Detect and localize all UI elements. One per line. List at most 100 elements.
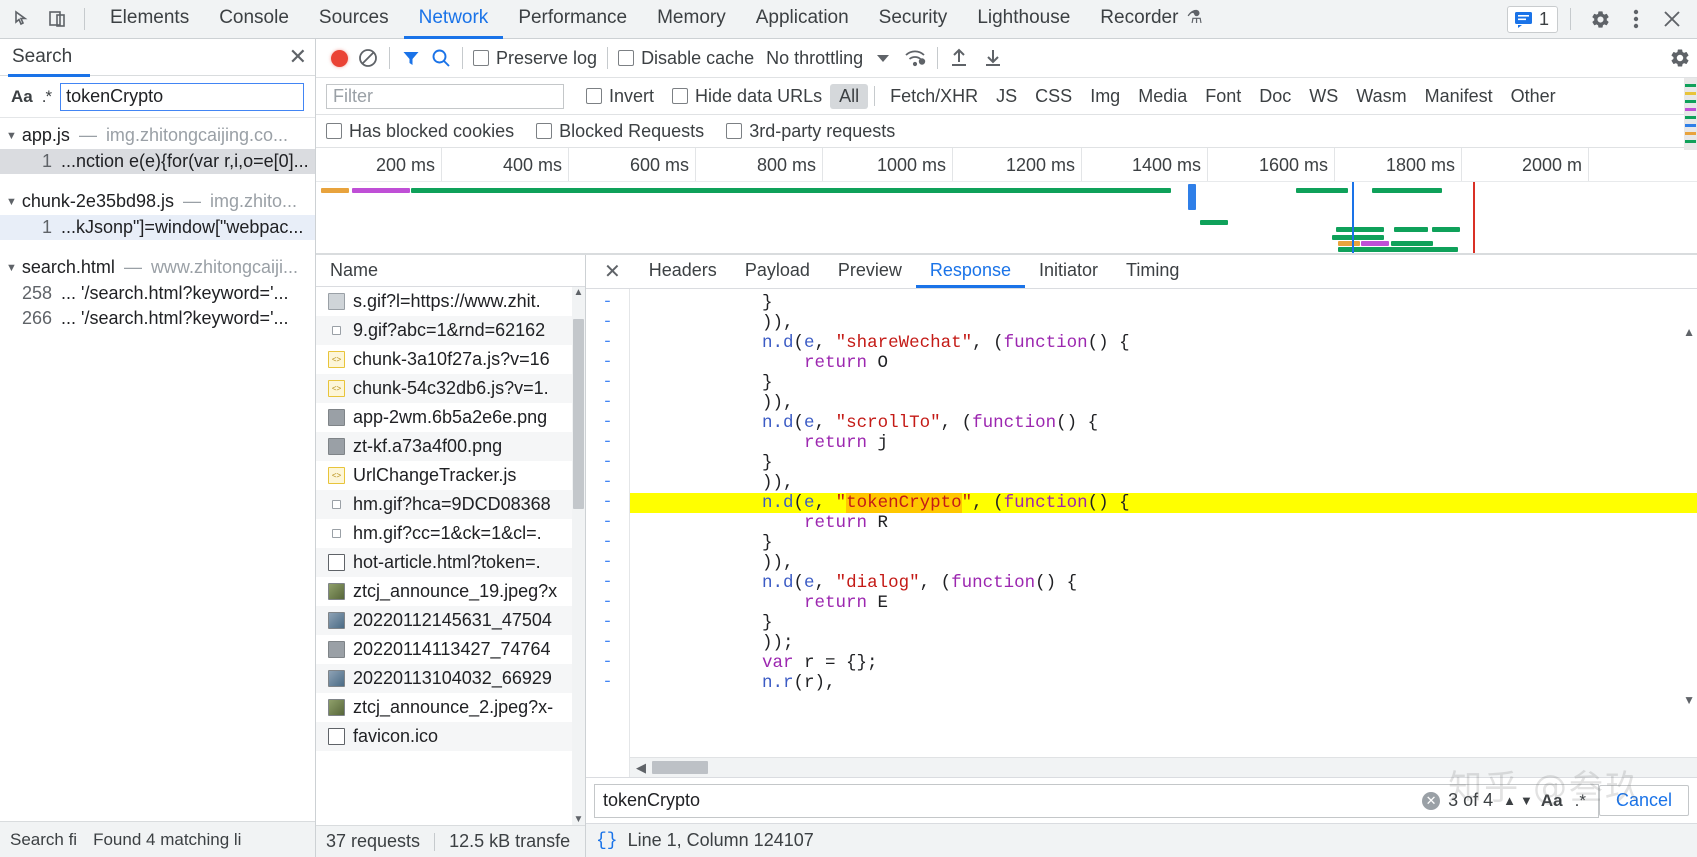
find-nav[interactable]: ▲ ▼ <box>1503 793 1533 808</box>
invert-checkbox[interactable]: Invert <box>586 86 654 107</box>
table-row[interactable]: zt-kf.a73a4f00.png <box>316 432 585 461</box>
checkbox-box[interactable] <box>586 88 602 104</box>
table-row[interactable]: 9.gif?abc=1&rnd=62162 <box>316 316 585 345</box>
scroll-up-icon[interactable]: ▲ <box>572 287 585 298</box>
tab-timing[interactable]: Timing <box>1112 255 1193 288</box>
type-filter-media[interactable]: Media <box>1129 84 1196 109</box>
has-blocked-cookies-checkbox[interactable]: Has blocked cookies <box>326 121 514 142</box>
preserve-log-checkbox[interactable]: Preserve log <box>473 48 597 69</box>
table-row[interactable]: 20220113104032_66929 <box>316 664 585 693</box>
tab-sources[interactable]: Sources <box>304 0 404 39</box>
table-row[interactable]: chunk-54c32db6.js?v=1. <box>316 374 585 403</box>
search-tab[interactable]: Search <box>8 46 289 77</box>
code-content[interactable]: } )), n.d(e, "shareWechat", (function() … <box>630 289 1697 777</box>
checkbox-box[interactable] <box>326 123 342 139</box>
tab-initiator[interactable]: Initiator <box>1025 255 1112 288</box>
gear-icon[interactable] <box>1583 2 1617 36</box>
table-row[interactable]: 20220114113427_74764 <box>316 635 585 664</box>
table-row[interactable]: s.gif?l=https://www.zhit. <box>316 287 585 316</box>
type-filter-other[interactable]: Other <box>1502 84 1565 109</box>
throttling-select[interactable]: No throttling <box>766 48 863 69</box>
tab-recorder[interactable]: Recorder ⚗ <box>1085 0 1217 39</box>
table-row[interactable]: chunk-3a10f27a.js?v=16 <box>316 345 585 374</box>
clear-network-icon[interactable] <box>357 47 379 69</box>
checkbox-box[interactable] <box>473 50 489 66</box>
tab-application[interactable]: Application <box>741 0 864 39</box>
close-icon[interactable]: ✕ <box>590 255 635 288</box>
tab-performance[interactable]: Performance <box>503 0 642 39</box>
match-case-toggle[interactable]: Aa <box>11 87 33 107</box>
type-filter-fetch-xhr[interactable]: Fetch/XHR <box>881 84 987 109</box>
clear-circle-icon[interactable]: ✕ <box>1422 791 1441 810</box>
tab-headers[interactable]: Headers <box>635 255 731 288</box>
network-overview[interactable]: 200 ms 400 ms 600 ms 800 ms 1000 ms 1200… <box>316 148 1697 254</box>
funnel-icon[interactable] <box>400 47 422 69</box>
message-count-badge[interactable]: 1 <box>1506 5 1558 33</box>
scrollbar-thumb[interactable] <box>652 761 708 774</box>
type-filter-all[interactable]: All <box>830 83 869 109</box>
chevron-down-icon[interactable]: ▼ <box>6 130 17 142</box>
table-row[interactable]: app-2wm.6b5a2e6e.png <box>316 403 585 432</box>
type-filter-css[interactable]: CSS <box>1026 84 1081 109</box>
type-filter-js[interactable]: JS <box>987 84 1026 109</box>
filter-input[interactable] <box>326 83 564 109</box>
search-result-file[interactable]: ▼ search.html — www.zhitongcaiji... <box>0 254 315 281</box>
scroll-down-icon[interactable]: ▼ <box>572 814 585 825</box>
table-row[interactable]: favicon.ico <box>316 722 585 751</box>
tab-payload[interactable]: Payload <box>731 255 824 288</box>
hide-data-urls-checkbox[interactable]: Hide data URLs <box>672 86 822 107</box>
chevron-down-icon[interactable]: ▼ <box>6 196 17 208</box>
type-filter-wasm[interactable]: Wasm <box>1347 84 1415 109</box>
kebab-menu-icon[interactable] <box>1619 2 1653 36</box>
scrollbar-thumb[interactable] <box>573 319 584 509</box>
tab-lighthouse[interactable]: Lighthouse <box>962 0 1085 39</box>
chevron-down-icon[interactable] <box>877 54 890 62</box>
table-row[interactable]: hm.gif?hca=9DCD08368 <box>316 490 585 519</box>
scroll-left-icon[interactable]: ◀ <box>630 760 652 776</box>
record-dot-icon[interactable] <box>331 49 348 67</box>
type-filter-ws[interactable]: WS <box>1300 84 1347 109</box>
checkbox-box[interactable] <box>672 88 689 104</box>
tab-console[interactable]: Console <box>204 0 304 39</box>
table-row[interactable]: ztcj_announce_19.jpeg?x <box>316 577 585 606</box>
chevron-down-icon[interactable]: ▼ <box>6 262 17 274</box>
search-result-line[interactable]: 1 ...nction e(e){for(var r,i,o=e[0]... <box>0 149 315 174</box>
search-result-line[interactable]: 1 ...kJsonp"]=window["webpac... <box>0 215 315 240</box>
find-match-case-toggle[interactable]: Aa <box>1541 791 1563 811</box>
tab-network[interactable]: Network <box>403 0 504 39</box>
checkbox-box[interactable] <box>536 123 553 139</box>
search-icon[interactable] <box>430 47 452 69</box>
export-har-icon[interactable] <box>982 47 1004 69</box>
tab-response[interactable]: Response <box>915 255 1025 288</box>
pretty-print-icon[interactable]: {} <box>596 831 618 851</box>
close-icon[interactable]: ✕ <box>289 46 307 68</box>
type-filter-doc[interactable]: Doc <box>1250 84 1300 109</box>
table-row[interactable]: hm.gif?cc=1&ck=1&cl=. <box>316 519 585 548</box>
tab-elements[interactable]: Elements <box>95 0 204 39</box>
find-input-wrapper[interactable]: ✕ 3 of 4 ▲ ▼ Aa .* <box>594 783 1599 818</box>
search-result-file[interactable]: ▼ app.js — img.zhitongcaijing.co... <box>0 122 315 149</box>
code-horizontal-scrollbar[interactable]: ◀ <box>630 757 1697 777</box>
blocked-requests-checkbox[interactable]: Blocked Requests <box>536 121 704 142</box>
search-results[interactable]: ▼ app.js — img.zhitongcaijing.co... 1 ..… <box>0 118 315 821</box>
network-conditions-icon[interactable] <box>903 47 927 69</box>
search-result-file[interactable]: ▼ chunk-2e35bd98.js — img.zhito... <box>0 188 315 215</box>
request-table-header[interactable]: Name <box>316 255 585 287</box>
inspect-icon[interactable] <box>6 2 40 36</box>
chevron-down-icon[interactable]: ▼ <box>1520 793 1533 808</box>
table-row[interactable]: 20220112145631_47504 <box>316 606 585 635</box>
checkbox-box[interactable] <box>726 123 743 139</box>
scroll-down-icon[interactable]: ▼ <box>1683 693 1695 707</box>
search-input[interactable] <box>60 82 305 111</box>
close-icon[interactable] <box>1655 2 1689 36</box>
find-input[interactable] <box>595 785 1423 816</box>
gear-icon[interactable] <box>1669 47 1691 69</box>
type-filter-img[interactable]: Img <box>1081 84 1129 109</box>
regex-toggle[interactable]: .* <box>42 87 52 107</box>
table-row[interactable]: ztcj_announce_2.jpeg?x- <box>316 693 585 722</box>
tab-security[interactable]: Security <box>864 0 963 39</box>
checkbox-box[interactable] <box>618 50 635 66</box>
device-toolbar-icon[interactable] <box>40 2 74 36</box>
search-result-line[interactable]: 266 ... '/search.html?keyword='... <box>0 306 315 331</box>
response-code-viewer[interactable]: -------------------- } )), n.d(e, "share… <box>586 289 1697 777</box>
